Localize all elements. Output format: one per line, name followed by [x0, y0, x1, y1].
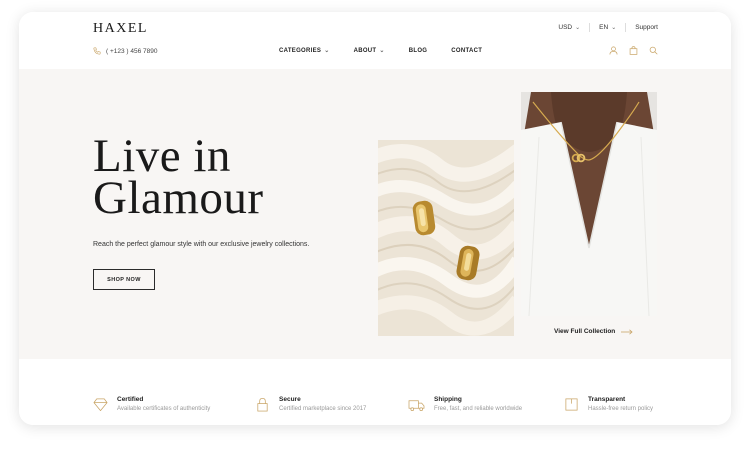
- chevron-down-icon: ⌄: [611, 25, 617, 31]
- chevron-down-icon: ⌄: [379, 48, 385, 54]
- shop-now-button[interactable]: SHOP NOW: [93, 269, 155, 290]
- divider: [625, 23, 627, 32]
- nav-about[interactable]: ABOUT ⌄: [353, 47, 385, 55]
- feature-secure: Secure Certified marketplace since 2017: [255, 396, 366, 412]
- currency-select[interactable]: USD ⌄: [558, 24, 580, 31]
- feature-title: Certified: [117, 396, 144, 403]
- feature-desc: Certified marketplace since 2017: [279, 406, 367, 412]
- nav-label: ABOUT: [353, 47, 377, 54]
- box-icon: [565, 398, 578, 411]
- site-header: HAXEL ( +123 ) 456 7890 CATEGORIES ⌄ ABO…: [19, 12, 731, 69]
- hero-section: Live in Glamour Reach the perfect glamou…: [19, 69, 731, 359]
- header-icons: [609, 46, 658, 55]
- diamond-icon: [93, 398, 108, 411]
- feature-shipping: Shipping Free, fast, and reliable worldw…: [408, 396, 522, 412]
- bag-icon[interactable]: [629, 46, 638, 55]
- divider: [589, 23, 591, 32]
- model-illustration: [521, 92, 657, 316]
- chevron-down-icon: ⌄: [575, 25, 581, 31]
- rings-illustration: [378, 140, 514, 336]
- feature-transparent: Transparent Hassle-free return policy: [564, 396, 653, 412]
- feature-title: Shipping: [434, 396, 462, 403]
- hero-title-line: Live in: [93, 130, 231, 182]
- nav-label: BLOG: [408, 47, 428, 54]
- nav-blog[interactable]: BLOG: [409, 47, 428, 54]
- features-bar: Certified Available certificates of auth…: [19, 359, 731, 425]
- hero-title: Live in Glamour: [93, 130, 264, 224]
- phone-icon: [93, 47, 101, 55]
- chevron-down-icon: ⌄: [324, 48, 330, 54]
- feature-desc: Hassle-free return policy: [588, 406, 654, 412]
- view-collection-link[interactable]: View Full Collection: [554, 328, 633, 335]
- brand-logo[interactable]: HAXEL: [93, 21, 148, 37]
- support-link[interactable]: Support: [635, 24, 658, 31]
- language-label: EN: [599, 24, 609, 31]
- phone-contact[interactable]: ( +123 ) 456 7890: [93, 47, 158, 55]
- hero-subtitle: Reach the perfect glamour style with our…: [93, 241, 310, 248]
- rings-product-image[interactable]: [378, 140, 514, 336]
- main-nav: CATEGORIES ⌄ ABOUT ⌄ BLOG CONTACT: [279, 47, 482, 55]
- truck-icon: [408, 400, 425, 411]
- nav-label: CONTACT: [451, 47, 483, 54]
- nav-label: CATEGORIES: [279, 47, 322, 54]
- feature-desc: Available certificates of authenticity: [117, 406, 211, 412]
- feature-certified: Certified Available certificates of auth…: [93, 396, 210, 412]
- search-icon[interactable]: [649, 46, 658, 55]
- lock-icon: [257, 398, 268, 412]
- model-necklace-image[interactable]: [521, 92, 657, 316]
- view-collection-label: View Full Collection: [554, 328, 616, 335]
- nav-contact[interactable]: CONTACT: [451, 47, 482, 54]
- currency-label: USD: [558, 24, 573, 31]
- phone-number: ( +123 ) 456 7890: [106, 47, 158, 55]
- feature-desc: Free, fast, and reliable worldwide: [434, 406, 523, 412]
- utility-bar: USD ⌄ EN ⌄ Support: [558, 23, 658, 32]
- page-card: HAXEL ( +123 ) 456 7890 CATEGORIES ⌄ ABO…: [19, 12, 731, 425]
- language-select[interactable]: EN ⌄: [599, 24, 616, 31]
- arrow-right-icon: [621, 328, 633, 335]
- hero-title-line: Glamour: [93, 172, 264, 224]
- user-icon[interactable]: [609, 46, 618, 55]
- feature-title: Transparent: [588, 396, 626, 403]
- nav-categories[interactable]: CATEGORIES ⌄: [279, 47, 330, 55]
- feature-title: Secure: [279, 396, 301, 403]
